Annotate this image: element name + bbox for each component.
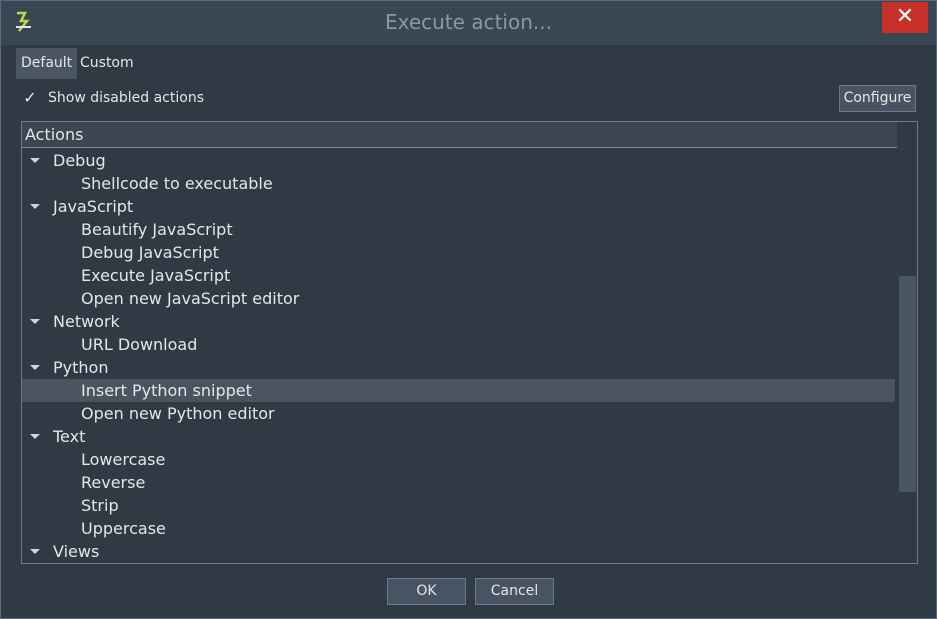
tab-default[interactable]: Default xyxy=(16,48,78,79)
checkmark-icon: ✓ xyxy=(23,88,37,107)
tree-item-label: Beautify JavaScript xyxy=(81,220,233,239)
tree-header-actions[interactable]: Actions xyxy=(22,122,897,148)
chevron-down-icon[interactable] xyxy=(30,549,40,554)
tree-item[interactable]: Beautify JavaScript xyxy=(22,218,895,241)
show-disabled-checkbox[interactable]: ✓ xyxy=(21,89,39,107)
tree-item[interactable]: Insert Python snippet xyxy=(22,379,895,402)
ok-button[interactable]: OK xyxy=(387,578,466,605)
close-icon: ✕ xyxy=(895,4,915,29)
actions-tree[interactable]: Actions Debug Shellcode to executable Java… xyxy=(21,121,918,564)
cancel-button[interactable]: Cancel xyxy=(475,578,554,605)
tree-group-debug[interactable]: Debug xyxy=(22,149,895,172)
tree-item[interactable]: Debug JavaScript xyxy=(22,241,895,264)
tree-group-label: Network xyxy=(53,312,120,331)
dialog-window: Execute action... ✕ Default Custom ✓ Sho… xyxy=(0,0,937,619)
title-bar[interactable]: Execute action... ✕ xyxy=(1,1,936,45)
chevron-down-icon[interactable] xyxy=(30,204,40,209)
close-button[interactable]: ✕ xyxy=(882,2,928,33)
tree-item[interactable]: URL Download xyxy=(22,333,895,356)
tree-item-label: Strip xyxy=(81,496,119,515)
tree-group-python[interactable]: Python xyxy=(22,356,895,379)
tree-item-label: URL Download xyxy=(81,335,198,354)
tree-group-javascript[interactable]: JavaScript xyxy=(22,195,895,218)
tree-item[interactable]: Shellcode to executable xyxy=(22,172,895,195)
tree-item[interactable]: Execute JavaScript xyxy=(22,264,895,287)
tree-group-label: Python xyxy=(53,358,109,377)
tree-item[interactable]: Strip xyxy=(22,494,895,517)
tree-item-label: Open new JavaScript editor xyxy=(81,289,300,308)
tree-group-label: Text xyxy=(53,427,86,446)
tree-item-label: Debug JavaScript xyxy=(81,243,219,262)
tree-item-label: Execute JavaScript xyxy=(81,266,231,285)
chevron-down-icon[interactable] xyxy=(30,434,40,439)
tree-group-network[interactable]: Network xyxy=(22,310,895,333)
tree-item[interactable]: Reverse xyxy=(22,471,895,494)
tree-item-label: Reverse xyxy=(81,473,146,492)
tree-item[interactable]: Lowercase xyxy=(22,448,895,471)
configure-button[interactable]: Configure xyxy=(839,85,916,112)
chevron-down-icon[interactable] xyxy=(30,365,40,370)
tab-custom[interactable]: Custom xyxy=(75,48,139,79)
tree-item[interactable]: Open new Python editor xyxy=(22,402,895,425)
tree-group-label: JavaScript xyxy=(53,197,134,216)
tree-item[interactable]: Uppercase xyxy=(22,517,895,540)
tree-item-label: Lowercase xyxy=(81,450,166,469)
tree-group-label: Debug xyxy=(53,151,106,170)
tree-group-views[interactable]: Views xyxy=(22,540,895,563)
tree-item-label: Open new Python editor xyxy=(81,404,275,423)
show-disabled-label: Show disabled actions xyxy=(48,90,204,106)
tree-item[interactable]: Open new JavaScript editor xyxy=(22,287,895,310)
tree-group-label: Views xyxy=(53,542,100,561)
scrollbar-thumb[interactable] xyxy=(899,276,916,492)
tree-group-text[interactable]: Text xyxy=(22,425,895,448)
tree-item-label: Insert Python snippet xyxy=(81,381,252,400)
tree-item-label: Uppercase xyxy=(81,519,166,538)
window-title: Execute action... xyxy=(385,10,552,34)
tree-item-label: Shellcode to executable xyxy=(81,174,273,193)
chevron-down-icon[interactable] xyxy=(30,319,40,324)
chevron-down-icon[interactable] xyxy=(30,158,40,163)
